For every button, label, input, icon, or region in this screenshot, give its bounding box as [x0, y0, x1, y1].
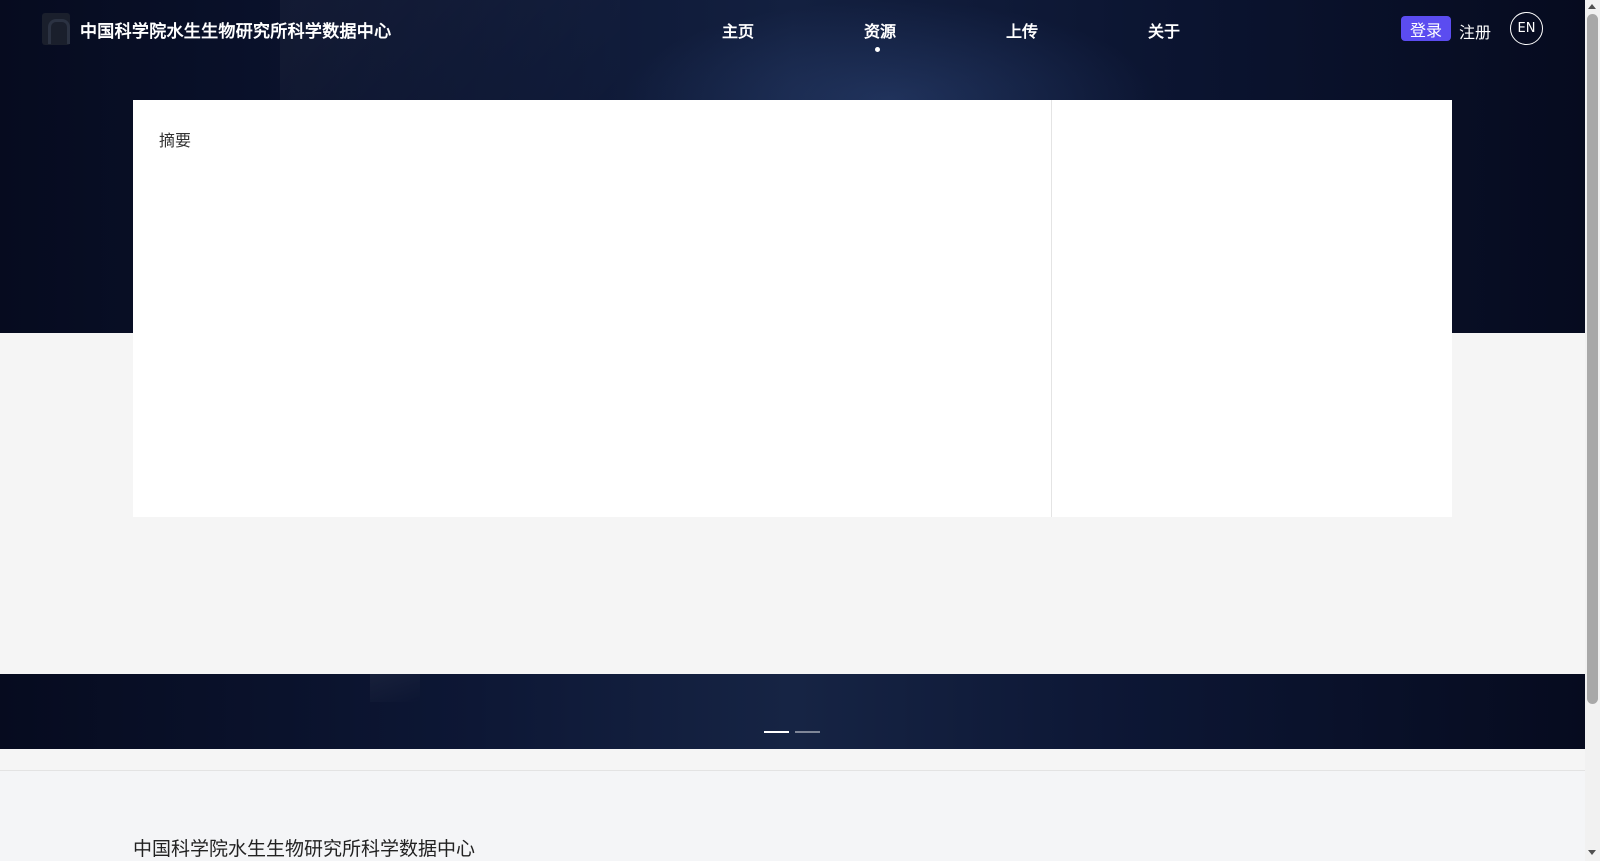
top-navbar: 中国科学院水生生物研究所科学数据中心 主页 资源 上传 关于 登录 注册 EN	[0, 0, 1585, 58]
nav-item-about[interactable]: 关于	[1148, 18, 1180, 42]
hero-banner-bottom	[0, 674, 1585, 749]
content-card: 摘要	[133, 100, 1452, 517]
logo-icon[interactable]	[42, 13, 70, 45]
login-button[interactable]: 登录	[1401, 16, 1451, 41]
page-scrollbar[interactable]	[1585, 0, 1600, 861]
nav-item-home[interactable]: 主页	[722, 18, 754, 42]
language-switch-button[interactable]: EN	[1510, 12, 1543, 45]
scrollbar-thumb[interactable]	[1587, 14, 1598, 704]
carousel-indicator-1[interactable]	[764, 731, 789, 733]
hero-decoration	[370, 674, 420, 702]
register-link[interactable]: 注册	[1459, 19, 1491, 43]
brand-title[interactable]: 中国科学院水生生物研究所科学数据中心	[80, 17, 391, 42]
footer: 中国科学院水生生物研究所科学数据中心	[0, 770, 1585, 861]
footer-title: 中国科学院水生生物研究所科学数据中心	[133, 838, 476, 860]
scroll-up-arrow-icon[interactable]	[1588, 4, 1596, 9]
carousel-indicator-2[interactable]	[795, 731, 820, 733]
nav-active-indicator	[875, 47, 880, 52]
scroll-down-arrow-icon[interactable]	[1588, 850, 1596, 855]
card-divider	[1051, 100, 1052, 517]
nav-item-upload[interactable]: 上传	[1006, 18, 1038, 42]
abstract-heading: 摘要	[159, 131, 192, 150]
nav-item-resources[interactable]: 资源	[864, 18, 896, 42]
